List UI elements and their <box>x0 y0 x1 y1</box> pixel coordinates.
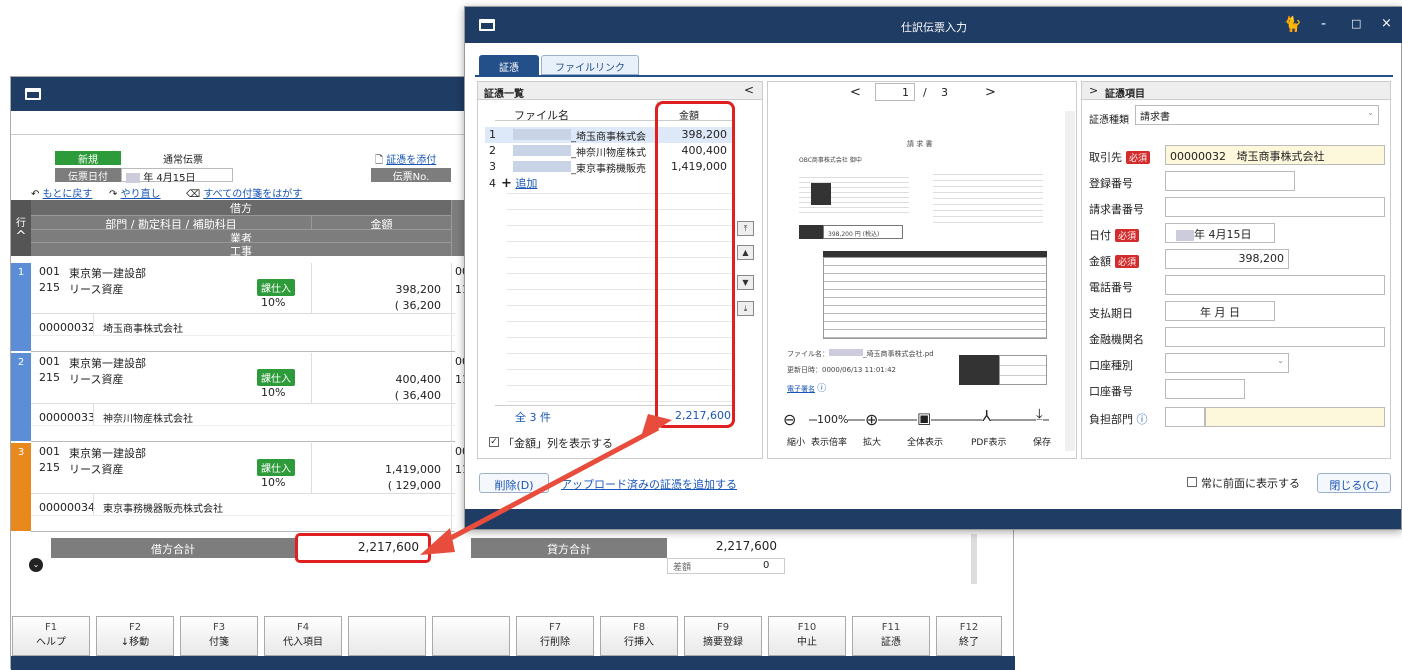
red-arrow <box>420 414 672 555</box>
